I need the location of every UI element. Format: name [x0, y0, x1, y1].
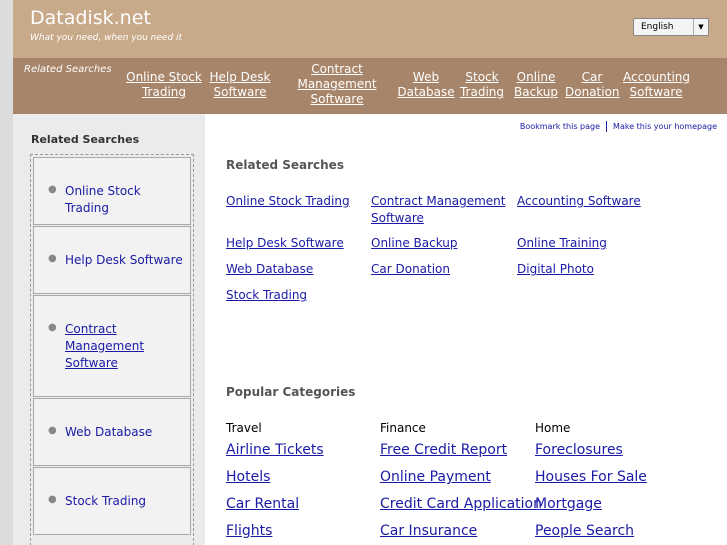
nav-link-online-stock-trading[interactable]: Online Stock Trading	[125, 70, 203, 100]
sidebar-item-label[interactable]: Web Database	[65, 424, 186, 441]
category-link[interactable]: People Search	[535, 523, 634, 539]
language-select[interactable]: English ▼	[633, 18, 709, 36]
category-heading-travel: Travel	[226, 421, 262, 435]
category-link[interactable]: Flights	[226, 523, 272, 539]
related-link[interactable]: Contract Management Software	[371, 193, 511, 227]
site-title[interactable]: Datadisk.net	[30, 7, 151, 29]
homepage-link[interactable]: Make this your homepage	[613, 122, 717, 131]
sidebar-item-label[interactable]: Stock Trading	[65, 493, 186, 510]
sidebar-item-help-desk-software[interactable]: ● Help Desk Software	[33, 226, 191, 294]
divider	[606, 121, 608, 132]
nav-link-car-donation[interactable]: Car Donation	[565, 70, 620, 100]
nav-link-online-backup[interactable]: Online Backup	[513, 70, 559, 100]
language-value: English	[641, 22, 674, 32]
bullet-icon: ●	[48, 253, 57, 264]
related-link[interactable]: Accounting Software	[517, 193, 641, 210]
bullet-icon: ●	[48, 425, 57, 436]
category-link[interactable]: Foreclosures	[535, 442, 623, 458]
nav-bar: Related Searches Online Stock Trading He…	[13, 58, 727, 114]
sidebar-item-label[interactable]: Contract Management Software	[65, 321, 145, 372]
nav-label: Related Searches	[24, 64, 112, 75]
bullet-icon: ●	[48, 494, 57, 505]
sidebar-item-label[interactable]: Help Desk Software	[65, 252, 186, 269]
related-searches-title: Related Searches	[226, 158, 344, 172]
category-link[interactable]: Car Rental	[226, 496, 299, 512]
bullet-icon: ●	[48, 184, 57, 195]
sidebar-item-web-database[interactable]: ● Web Database	[33, 398, 191, 466]
site-tagline: What you need, when you need it	[30, 33, 183, 43]
category-link[interactable]: Online Payment	[380, 469, 491, 485]
related-link[interactable]: Car Donation	[371, 261, 450, 278]
top-links: Bookmark this page Make this your homepag…	[520, 121, 717, 132]
category-link[interactable]: Mortgage	[535, 496, 602, 512]
related-link[interactable]: Web Database	[226, 261, 313, 278]
category-link[interactable]: Credit Card Application	[380, 496, 542, 512]
category-heading-home: Home	[535, 421, 571, 435]
chevron-down-icon[interactable]: ▼	[693, 19, 708, 35]
category-heading-finance: Finance	[380, 421, 426, 435]
category-link[interactable]: Houses For Sale	[535, 469, 647, 485]
nav-link-help-desk-software[interactable]: Help Desk Software	[209, 70, 271, 100]
nav-link-web-database[interactable]: Web Database	[396, 70, 456, 100]
related-link[interactable]: Stock Trading	[226, 287, 307, 304]
popular-categories-title: Popular Categories	[226, 385, 356, 399]
nav-link-contract-management-software[interactable]: Contract Management Software	[296, 62, 378, 107]
related-link[interactable]: Digital Photo	[517, 261, 594, 278]
bookmark-link[interactable]: Bookmark this page	[520, 122, 600, 131]
main-content: Bookmark this page Make this your homepag…	[205, 114, 727, 545]
category-link[interactable]: Car Insurance	[380, 523, 477, 539]
nav-link-accounting-software[interactable]: Accounting Software	[623, 70, 690, 100]
sidebar: Related Searches ● Online Stock Trading …	[13, 114, 205, 545]
nav-link-stock-trading[interactable]: Stock Trading	[459, 70, 505, 100]
related-link[interactable]: Online Training	[517, 235, 607, 252]
sidebar-list: ● Online Stock Trading ● Help Desk Softw…	[30, 154, 194, 545]
sidebar-item-online-stock-trading[interactable]: ● Online Stock Trading	[33, 157, 191, 225]
sidebar-item-contract-management-software[interactable]: ● Contract Management Software	[33, 295, 191, 397]
sidebar-item-label[interactable]: Online Stock Trading	[65, 183, 186, 217]
page-frame: Datadisk.net What you need, when you nee…	[13, 0, 727, 545]
bullet-icon: ●	[48, 322, 57, 333]
category-link[interactable]: Airline Tickets	[226, 442, 324, 458]
header-bar: Datadisk.net What you need, when you nee…	[13, 0, 727, 58]
sidebar-item-stock-trading[interactable]: ● Stock Trading	[33, 467, 191, 535]
category-link[interactable]: Hotels	[226, 469, 270, 485]
sidebar-title: Related Searches	[31, 133, 140, 146]
related-link[interactable]: Help Desk Software	[226, 235, 344, 252]
category-link[interactable]: Free Credit Report	[380, 442, 507, 458]
related-link[interactable]: Online Stock Trading	[226, 193, 350, 210]
related-link[interactable]: Online Backup	[371, 235, 458, 252]
